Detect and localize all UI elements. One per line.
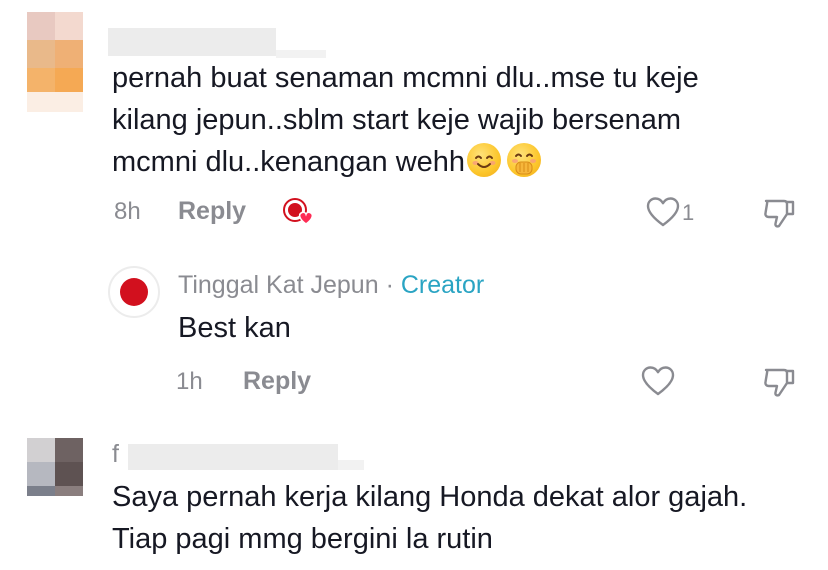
avatar[interactable] xyxy=(27,438,83,496)
reply-button[interactable]: Reply xyxy=(178,197,246,226)
reply-time: 1h xyxy=(176,368,203,395)
reply-text: Best kan xyxy=(178,312,291,344)
reply-button[interactable]: Reply xyxy=(243,367,311,396)
username-redacted[interactable] xyxy=(108,28,276,56)
comment-time: 8h xyxy=(114,198,141,225)
like-count: 1 xyxy=(682,200,695,225)
comment-text-line: pernah buat senaman mcmni dlu..mse tu ke… xyxy=(112,62,699,94)
reply-author[interactable]: Tinggal Kat Jepun · Creator xyxy=(178,271,484,300)
heart-icon[interactable] xyxy=(641,365,675,397)
username-redacted[interactable] xyxy=(128,444,338,470)
comment-text-line: mcmni dlu..kenangan wehh xyxy=(112,141,542,183)
comment-text-segment: mcmni dlu..kenangan wehh xyxy=(112,146,466,178)
author-name: Tinggal Kat Jepun xyxy=(178,271,379,299)
avatar[interactable] xyxy=(108,266,160,318)
separator: · xyxy=(385,271,394,299)
face-with-hand-over-mouth-emoji xyxy=(507,143,542,177)
comment-text-line: Tiap pagi mmg bergini la rutin xyxy=(112,523,493,555)
comment-text-line: kilang jepun..sblm start keje wajib bers… xyxy=(112,104,681,136)
comment-text-line: Saya pernah kerja kilang Honda dekat alo… xyxy=(112,481,748,513)
creator-liked-badge-icon xyxy=(282,197,318,227)
japan-flag-icon xyxy=(120,278,148,306)
username-redacted-tail xyxy=(338,460,364,470)
thumbs-down-icon[interactable] xyxy=(762,365,796,399)
heart-icon[interactable] xyxy=(646,196,680,228)
creator-badge: Creator xyxy=(400,271,485,299)
avatar[interactable] xyxy=(27,12,83,112)
username-initial[interactable]: f xyxy=(112,440,119,469)
thumbs-down-icon[interactable] xyxy=(762,196,796,230)
smiling-face-emoji xyxy=(467,143,502,177)
